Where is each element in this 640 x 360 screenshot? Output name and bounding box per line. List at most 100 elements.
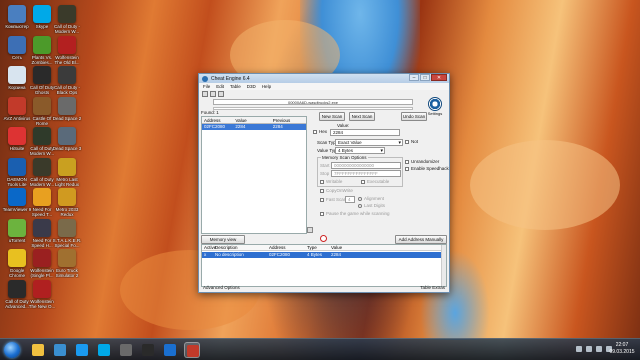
taskbar-app-icon[interactable] — [184, 342, 200, 358]
desktop-icon[interactable]: Dead Space 3 — [52, 127, 82, 156]
desktop-icon[interactable]: Wolfenstein The Old Bl... — [52, 35, 82, 65]
pause-game-checkbox[interactable] — [320, 212, 324, 216]
col-address[interactable]: Address — [202, 117, 233, 123]
memory-options-label: Memory Scan Options — [321, 155, 368, 160]
address-list[interactable]: Active Description Address Type Value x … — [201, 244, 447, 287]
menu-d3d[interactable]: D3D — [247, 83, 256, 90]
desktop-icon[interactable]: Wolfenstein The New O... — [27, 279, 57, 309]
desktop-icon[interactable]: Call of Duty - Black Ops — [52, 66, 82, 95]
minimize-button[interactable]: – — [409, 74, 419, 81]
executable-label: Executable — [367, 179, 390, 184]
title-bar[interactable]: Cheat Engine 6.4 – □ ✕ — [199, 74, 449, 83]
window-title: Cheat Engine 6.4 — [211, 75, 250, 82]
start-address-input[interactable]: 0000000000000000 — [331, 162, 401, 169]
unrandomizer-checkbox[interactable] — [405, 160, 409, 164]
taskbar-app-icon[interactable] — [30, 342, 46, 358]
copyonwrite-checkbox[interactable] — [320, 189, 324, 193]
table-extras-link[interactable]: Table Extras — [420, 285, 445, 291]
close-button[interactable]: ✕ — [431, 74, 447, 81]
speedhack-checkbox[interactable] — [405, 167, 409, 171]
not-checkbox[interactable] — [405, 140, 409, 144]
app-icon — [98, 344, 110, 356]
taskbar-app-icon[interactable] — [74, 342, 90, 358]
stop-icon[interactable] — [320, 235, 327, 242]
desktop-icon[interactable]: Euro Truck Simulator 2 — [52, 249, 82, 278]
row-address: 02FC2080 — [269, 252, 291, 257]
scan-type-select[interactable]: Exact Value — [335, 139, 403, 146]
memory-view-button[interactable]: Memory view — [201, 235, 245, 244]
app-icon — [33, 35, 51, 54]
app-icon — [76, 344, 88, 356]
table-row[interactable]: 02FC2080 2284 2284 — [202, 124, 306, 130]
network-icon[interactable] — [586, 346, 592, 352]
menu-edit[interactable]: Edit — [216, 83, 224, 90]
app-icon — [33, 157, 51, 176]
undo-scan-button[interactable]: Undo Scan — [401, 112, 427, 121]
new-scan-button[interactable]: New Scan — [319, 112, 345, 121]
desktop-icon[interactable]: S.T.A.L.K.E.R. Special Fo... — [52, 218, 82, 248]
menu-help[interactable]: Help — [262, 83, 271, 90]
taskbar-app-icon[interactable] — [162, 342, 178, 358]
fastscan-value-input[interactable]: 4 — [345, 196, 355, 203]
col-active[interactable]: Active — [202, 245, 216, 250]
scan-results-list[interactable]: Address Value Previous 02FC2080 2284 228… — [201, 116, 307, 234]
col-type[interactable]: Type — [307, 245, 331, 250]
taskbar-app-icon[interactable] — [52, 342, 68, 358]
hex-checkbox[interactable] — [313, 130, 317, 134]
app-icon — [58, 127, 76, 145]
app-icon — [58, 218, 76, 237]
row-value: 2284 — [331, 252, 342, 257]
open-file-icon[interactable] — [210, 91, 216, 97]
app-icon — [33, 188, 51, 206]
app-icon — [33, 5, 51, 23]
clock[interactable]: 22:07 09.03.2015 — [607, 342, 637, 356]
address-list-scrollbar[interactable] — [441, 245, 446, 286]
advanced-options-link[interactable]: Advanced Options — [203, 285, 240, 291]
taskbar-app-icon[interactable] — [118, 342, 134, 358]
taskbar-app-icon[interactable] — [96, 342, 112, 358]
desktop-icon[interactable]: Dead Space 2 — [52, 96, 82, 126]
col-address[interactable]: Address — [269, 245, 307, 250]
value-type-select[interactable]: 4 Bytes — [335, 147, 385, 154]
cheat-engine-logo-icon — [428, 97, 442, 111]
settings-logo[interactable]: Settings — [424, 97, 446, 117]
col-previous[interactable]: Previous — [271, 117, 306, 123]
result-previous: 2284 — [272, 124, 283, 129]
volume-icon[interactable] — [596, 346, 602, 352]
executable-checkbox[interactable] — [361, 180, 365, 184]
desktop-icon[interactable]: Metro Last Light Redux — [52, 157, 82, 187]
save-icon[interactable] — [218, 91, 224, 97]
start-button[interactable] — [4, 342, 20, 358]
next-scan-button[interactable]: Next Scan — [349, 112, 375, 121]
value-input[interactable]: 2284 — [330, 129, 400, 136]
desktop-icon[interactable]: Metro 2033 Redux — [52, 188, 82, 217]
status-bar: Advanced Options Table Extras — [201, 285, 447, 291]
table-row[interactable]: x No description 02FC2080 4 Bytes 2284 — [202, 252, 446, 258]
col-value[interactable]: Value — [331, 245, 371, 250]
unrandomizer-label: Unrandomizer — [411, 159, 440, 164]
desktop-icon-label: Wolfenstein The Old Bl... — [54, 54, 80, 65]
toolbar — [199, 90, 449, 98]
app-icon — [33, 218, 51, 237]
fastscan-checkbox[interactable] — [320, 198, 324, 202]
menu-file[interactable]: File — [203, 83, 210, 90]
desktop-icon-label: Metro 2033 Redux — [55, 207, 79, 217]
writable-checkbox[interactable] — [320, 180, 324, 184]
add-address-manually-button[interactable]: Add Address Manually — [395, 235, 447, 244]
open-process-icon[interactable] — [202, 91, 208, 97]
desktop-icon[interactable]: Call of Duty - Modern W... — [52, 5, 82, 34]
process-name: 00000A6D-wasdtrucks2.exe — [213, 99, 413, 105]
col-description[interactable]: Description — [215, 245, 269, 250]
menu-table[interactable]: Table — [230, 83, 241, 90]
app-icon — [58, 96, 76, 115]
row-active-checkbox[interactable]: x — [202, 252, 215, 258]
resize-arrow-icon[interactable] — [307, 227, 313, 233]
alignment-radio[interactable] — [358, 197, 362, 201]
app-icon — [8, 249, 26, 267]
language-icon[interactable] — [576, 346, 582, 352]
col-value[interactable]: Value — [233, 117, 270, 123]
maximize-button[interactable]: □ — [420, 74, 430, 81]
taskbar-app-icon[interactable] — [140, 342, 156, 358]
lastdigits-radio[interactable] — [358, 204, 362, 208]
stop-address-input[interactable]: 7FFFFFFFFFFFFFFF — [331, 170, 401, 177]
